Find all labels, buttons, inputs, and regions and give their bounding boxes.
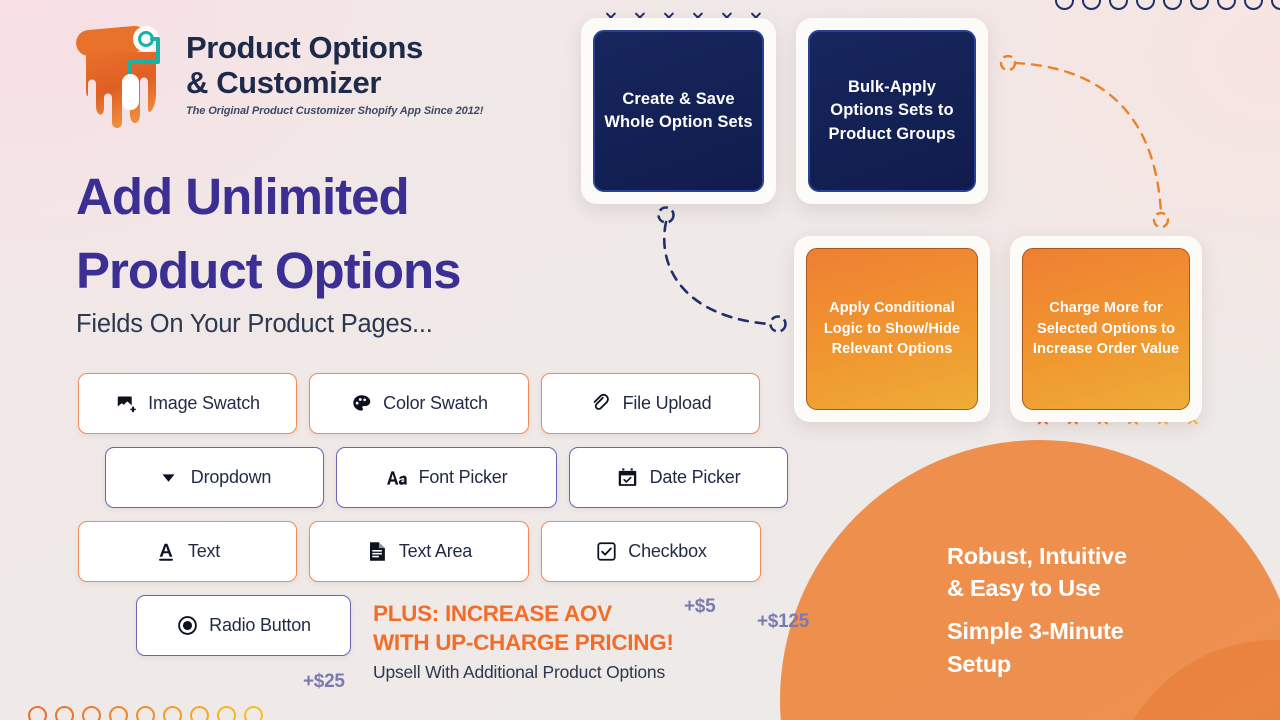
promo-subtitle: Upsell With Additional Product Options: [373, 661, 665, 682]
decor-dot: [136, 706, 155, 720]
decor-dot: [244, 706, 263, 720]
option-chip-label: Date Picker: [649, 467, 741, 487]
feature-card-charge-more[interactable]: Charge More for Selected Options to Incr…: [1010, 236, 1202, 422]
decor-dot: [1136, 0, 1155, 10]
feature-card-text: Apply Conditional Logic to Show/Hide Rel…: [823, 300, 961, 358]
decor-dot: [28, 706, 47, 720]
checkbox-icon: [595, 541, 617, 563]
price-badge-125: +$125: [757, 611, 809, 632]
headline-line-1: Add Unlimited: [76, 168, 410, 225]
option-chip-text[interactable]: Text: [78, 521, 297, 582]
option-chip-row: Image Swatch Color Swatch File Upload: [0, 373, 790, 434]
decor-dot: [55, 706, 74, 720]
claim-line-3: Simple 3-Minute: [947, 618, 1124, 645]
paint-roller-icon: [76, 25, 160, 128]
feature-card-text: Create & Save Whole Option Sets: [604, 89, 753, 131]
option-chip-text-area[interactable]: Text Area: [309, 521, 529, 582]
decor-dot: [1244, 0, 1263, 10]
decor-dot: [1217, 0, 1236, 10]
decor-dot: [1082, 0, 1101, 10]
option-chip-color-swatch[interactable]: Color Swatch: [309, 373, 529, 434]
option-chip-checkbox[interactable]: Checkbox: [541, 521, 761, 582]
option-chip-row: Dropdown Font Picker Date Picker: [0, 447, 790, 508]
dashed-connector-navy: [657, 206, 787, 333]
feature-card-inner: Charge More for Selected Options to Incr…: [1022, 248, 1190, 410]
brand-name-line-2: & Customizer: [186, 65, 382, 101]
brand-header: Product Options & Customizer The Origina…: [74, 22, 483, 130]
decor-dot: [1190, 0, 1209, 10]
color-palette-icon: [350, 393, 372, 415]
promo-line-2: WITH UP-CHARGE PRICING!: [373, 629, 674, 655]
value-claim-block: Robust, Intuitive & Easy to Use Simple 3…: [947, 540, 1247, 680]
option-chip-radio-button[interactable]: Radio Button: [136, 595, 351, 656]
document-lines-icon: [366, 541, 388, 563]
decor-dot: [1109, 0, 1128, 10]
price-badge-5: +$5: [684, 596, 716, 617]
decor-dots-top-right: [1055, 0, 1280, 10]
decor-dot: [217, 706, 236, 720]
decor-dot: [109, 706, 128, 720]
brand-tagline: The Original Product Customizer Shopify …: [186, 105, 484, 118]
brand-name-line-1: Product Options: [186, 30, 423, 65]
decor-dot: [1271, 0, 1280, 10]
price-badge-25: +$25: [303, 671, 345, 692]
font-aa-icon: [386, 467, 408, 489]
option-chip-label: Text: [187, 541, 221, 561]
option-chip-dropdown[interactable]: Dropdown: [105, 447, 324, 508]
option-chip-image-swatch[interactable]: Image Swatch: [78, 373, 297, 434]
feature-card-text: Bulk-Apply Options Sets to Product Group…: [828, 77, 956, 143]
caret-down-icon: [158, 467, 180, 489]
option-chip-label: File Upload: [622, 393, 712, 413]
feature-card-create-option-sets[interactable]: Create & Save Whole Option Sets: [581, 18, 776, 204]
claim-spacer: [947, 604, 1247, 615]
feature-card-conditional-logic[interactable]: Apply Conditional Logic to Show/Hide Rel…: [794, 236, 990, 422]
option-chip-file-upload[interactable]: File Upload: [541, 373, 760, 434]
hero-subheadline: Fields On Your Product Pages...: [76, 310, 433, 338]
decor-dot: [1055, 0, 1074, 10]
option-chip-label: Checkbox: [628, 541, 707, 561]
paperclip-icon: [590, 393, 612, 415]
image-swatch-icon: [115, 393, 137, 415]
claim-line-1: Robust, Intuitive: [947, 543, 1127, 569]
decor-dot: [1163, 0, 1182, 10]
poster-canvas: Create & Save Whole Option Sets Bulk-App…: [0, 0, 1280, 720]
option-chip-label: Radio Button: [209, 615, 311, 635]
feature-card-bulk-apply[interactable]: Bulk-Apply Options Sets to Product Group…: [796, 18, 988, 204]
decor-dot: [163, 706, 182, 720]
calendar-check-icon: [617, 467, 639, 489]
option-chip-label: Image Swatch: [148, 393, 260, 413]
option-chip-date-picker[interactable]: Date Picker: [569, 447, 788, 508]
hero-headline: Add Unlimited Product Options: [76, 160, 461, 309]
option-chip-label: Font Picker: [418, 467, 508, 487]
claim-line-2: & Easy to Use: [947, 575, 1101, 602]
decor-dots-bottom-left: [28, 706, 263, 720]
text-underline-icon: [155, 541, 177, 563]
radio-button-icon: [176, 615, 198, 637]
brand-text-block: Product Options & Customizer The Origina…: [186, 22, 483, 117]
option-chip-label: Text Area: [398, 541, 473, 561]
option-chip-row: Text Text Area Checkbox: [0, 521, 790, 582]
option-chip-font-picker[interactable]: Font Picker: [336, 447, 557, 508]
feature-card-inner: Bulk-Apply Options Sets to Product Group…: [808, 30, 976, 192]
feature-card-inner: Apply Conditional Logic to Show/Hide Rel…: [806, 248, 978, 410]
decor-dot: [190, 706, 209, 720]
option-chip-label: Color Swatch: [383, 393, 488, 413]
feature-card-inner: Create & Save Whole Option Sets: [593, 30, 764, 192]
claim-line-4: Setup: [947, 650, 1012, 677]
option-chip-label: Dropdown: [190, 467, 272, 487]
feature-card-text: Charge More for Selected Options to Incr…: [1032, 300, 1180, 358]
decor-dot: [82, 706, 101, 720]
headline-line-2: Product Options: [76, 242, 461, 300]
dashed-connector-orange: [999, 55, 1170, 229]
